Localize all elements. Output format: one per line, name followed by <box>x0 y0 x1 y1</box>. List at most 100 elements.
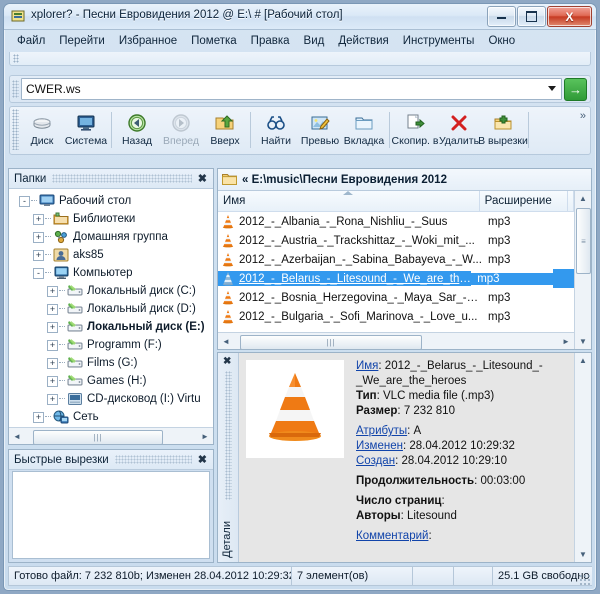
cell-name[interactable]: 2012_-_Azerbaijan_-_Sabina_Babayeva_-_W.… <box>218 252 482 267</box>
column-header-extension[interactable]: Расширение <box>480 191 568 211</box>
toolbar-button-delete[interactable]: Удалить <box>437 109 481 152</box>
details-field-label[interactable]: Создан <box>356 455 395 467</box>
file-list-vscrollbar[interactable]: ▲ ≡ ▼ <box>574 191 591 349</box>
file-list-hscroll-track[interactable]: ||| <box>234 334 558 349</box>
cell-name[interactable]: 2012_-_Austria_-_Trackshittaz_-_Woki_mit… <box>218 233 482 248</box>
menu-item-window[interactable]: Окно <box>481 32 522 51</box>
tree-node[interactable]: +Games (H:) <box>13 372 213 390</box>
secondary-toolbar-grip[interactable] <box>13 54 19 63</box>
toolbar-overflow-button[interactable]: » <box>580 110 586 122</box>
cell-extension[interactable]: mp3 <box>482 216 567 228</box>
folders-panel-drag-dots[interactable] <box>52 174 191 183</box>
tree-node[interactable]: +Сеть <box>13 408 213 426</box>
resize-grip-icon[interactable] <box>579 574 590 585</box>
main-toolbar-grip[interactable] <box>12 109 19 150</box>
toolbar-button-copy-to[interactable]: Скопир. в <box>393 109 437 152</box>
table-row[interactable]: 2012_-_Austria_-_Trackshittaz_-_Woki_mit… <box>218 231 574 250</box>
file-list-hscrollbar[interactable]: ◄ ||| ► <box>218 332 574 349</box>
cell-extension[interactable]: mp3 <box>471 273 553 285</box>
tree-node[interactable]: +Локальный диск (D:) <box>13 300 213 318</box>
menu-item-view[interactable]: Вид <box>297 32 332 51</box>
table-row[interactable]: 2012_-_Belarus_-_Litesound_-_We_are_the_… <box>218 269 574 288</box>
expand-icon[interactable]: + <box>47 340 58 351</box>
details-field-label[interactable]: Изменен <box>356 440 403 452</box>
menu-item-file[interactable]: Файл <box>10 32 52 51</box>
details-vscroll-track[interactable] <box>575 368 591 547</box>
toolbar-button-back[interactable]: Назад <box>115 109 159 152</box>
menu-item-actions[interactable]: Действия <box>331 32 395 51</box>
tree-node[interactable]: +Панель управления <box>13 426 213 427</box>
toolbar-button-up[interactable]: Вверх <box>203 109 247 152</box>
scroll-up-icon[interactable]: ▲ <box>575 191 591 206</box>
scroll-left-icon[interactable]: ◄ <box>218 334 234 349</box>
go-button[interactable]: → <box>564 78 587 101</box>
folders-hscrollbar[interactable]: ◄ ||| ► <box>9 427 213 444</box>
close-button[interactable]: X <box>547 6 592 27</box>
expand-icon[interactable]: + <box>33 214 44 225</box>
file-list-vscroll-track[interactable]: ≡ <box>575 206 591 334</box>
quick-cuts-drag-dots[interactable] <box>115 455 192 464</box>
details-panel-drag-dots[interactable] <box>225 371 232 500</box>
details-field-label[interactable]: Атрибуты <box>356 425 407 437</box>
scroll-down-icon[interactable]: ▼ <box>575 334 591 349</box>
toolbar-button-preview[interactable]: Превью <box>298 109 342 152</box>
expand-icon[interactable]: + <box>47 322 58 333</box>
expand-icon[interactable]: + <box>47 358 58 369</box>
folders-hscroll-track[interactable]: ||| <box>25 429 197 444</box>
details-vscrollbar[interactable]: ▲ ▼ <box>574 353 591 562</box>
cell-name[interactable]: 2012_-_Bulgaria_-_Sofi_Marinova_-_Love_u… <box>218 309 482 324</box>
menu-item-goto[interactable]: Перейти <box>52 32 112 51</box>
expand-icon[interactable]: + <box>47 286 58 297</box>
details-field-label[interactable]: Имя <box>356 360 378 372</box>
file-list-path[interactable]: « E:\music\Песни Евровидения 2012 <box>218 169 591 191</box>
column-header-name[interactable]: Имя <box>218 191 480 211</box>
scroll-up-icon[interactable]: ▲ <box>575 353 591 368</box>
scroll-down-icon[interactable]: ▼ <box>575 547 591 562</box>
tree-node[interactable]: +Библиотеки <box>13 210 213 228</box>
cell-extension[interactable]: mp3 <box>482 311 567 323</box>
cell-name[interactable]: 2012_-_Belarus_-_Litesound_-_We_are_the_… <box>218 271 471 286</box>
menu-item-mark[interactable]: Пометка <box>184 32 244 51</box>
tree-node[interactable]: +Локальный диск (C:) <box>13 282 213 300</box>
quick-cuts-list[interactable] <box>12 471 210 559</box>
cell-name[interactable]: 2012_-_Bosnia_Herzegovina_-_Maya_Sar_-_.… <box>218 290 482 305</box>
tree-node[interactable]: +Локальный диск (E:) <box>13 318 213 336</box>
details-panel-close-icon[interactable]: ✖ <box>223 356 231 367</box>
tree-node[interactable]: -Компьютер <box>13 264 213 282</box>
table-row[interactable]: 2012_-_Bulgaria_-_Sofi_Marinova_-_Love_u… <box>218 307 574 326</box>
tree-node[interactable]: +aks85 <box>13 246 213 264</box>
expand-icon[interactable]: + <box>47 304 58 315</box>
collapse-icon[interactable]: - <box>33 268 44 279</box>
quick-cuts-close-icon[interactable]: ✖ <box>198 453 210 466</box>
cell-extension[interactable]: mp3 <box>482 292 567 304</box>
expand-icon[interactable]: + <box>47 394 58 405</box>
tree-node[interactable]: +Films (G:) <box>13 354 213 372</box>
toolbar-button-to-clip[interactable]: В вырезки <box>481 109 525 152</box>
toolbar-button-disk[interactable]: Диск <box>20 109 64 152</box>
details-panel-tab-label[interactable]: Детали <box>221 521 233 558</box>
menu-item-favorites[interactable]: Избранное <box>112 32 184 51</box>
toolbar-button-tab[interactable]: Вкладка <box>342 109 386 152</box>
toolbar-button-find[interactable]: Найти <box>254 109 298 152</box>
table-row[interactable]: 2012_-_Albania_-_Rona_Nishliu_-_Suusmp3 <box>218 212 574 231</box>
expand-icon[interactable]: + <box>47 376 58 387</box>
file-list-hscroll-thumb[interactable]: ||| <box>240 335 422 350</box>
collapse-icon[interactable]: - <box>19 196 30 207</box>
menu-item-edit[interactable]: Правка <box>244 32 297 51</box>
scroll-left-icon[interactable]: ◄ <box>9 429 25 444</box>
toolbar-button-system[interactable]: Система <box>64 109 108 152</box>
maximize-button[interactable] <box>517 6 546 27</box>
cell-name[interactable]: 2012_-_Albania_-_Rona_Nishliu_-_Suus <box>218 214 482 229</box>
toolbar-grip[interactable] <box>12 80 19 98</box>
details-field-label[interactable]: Комментарий <box>356 530 428 542</box>
expand-icon[interactable]: + <box>33 250 44 261</box>
toolbar-button-forward[interactable]: Вперед <box>159 109 203 152</box>
scroll-right-icon[interactable]: ► <box>558 334 574 349</box>
minimize-button[interactable] <box>487 6 516 27</box>
tree-node[interactable]: +CD-дисковод (I:) Virtu <box>13 390 213 408</box>
expand-icon[interactable]: + <box>33 412 44 423</box>
expand-icon[interactable]: + <box>33 232 44 243</box>
tree-node[interactable]: -Рабочий стол <box>13 192 213 210</box>
table-row[interactable]: 2012_-_Bosnia_Herzegovina_-_Maya_Sar_-_.… <box>218 288 574 307</box>
menu-item-tools[interactable]: Инструменты <box>396 32 482 51</box>
